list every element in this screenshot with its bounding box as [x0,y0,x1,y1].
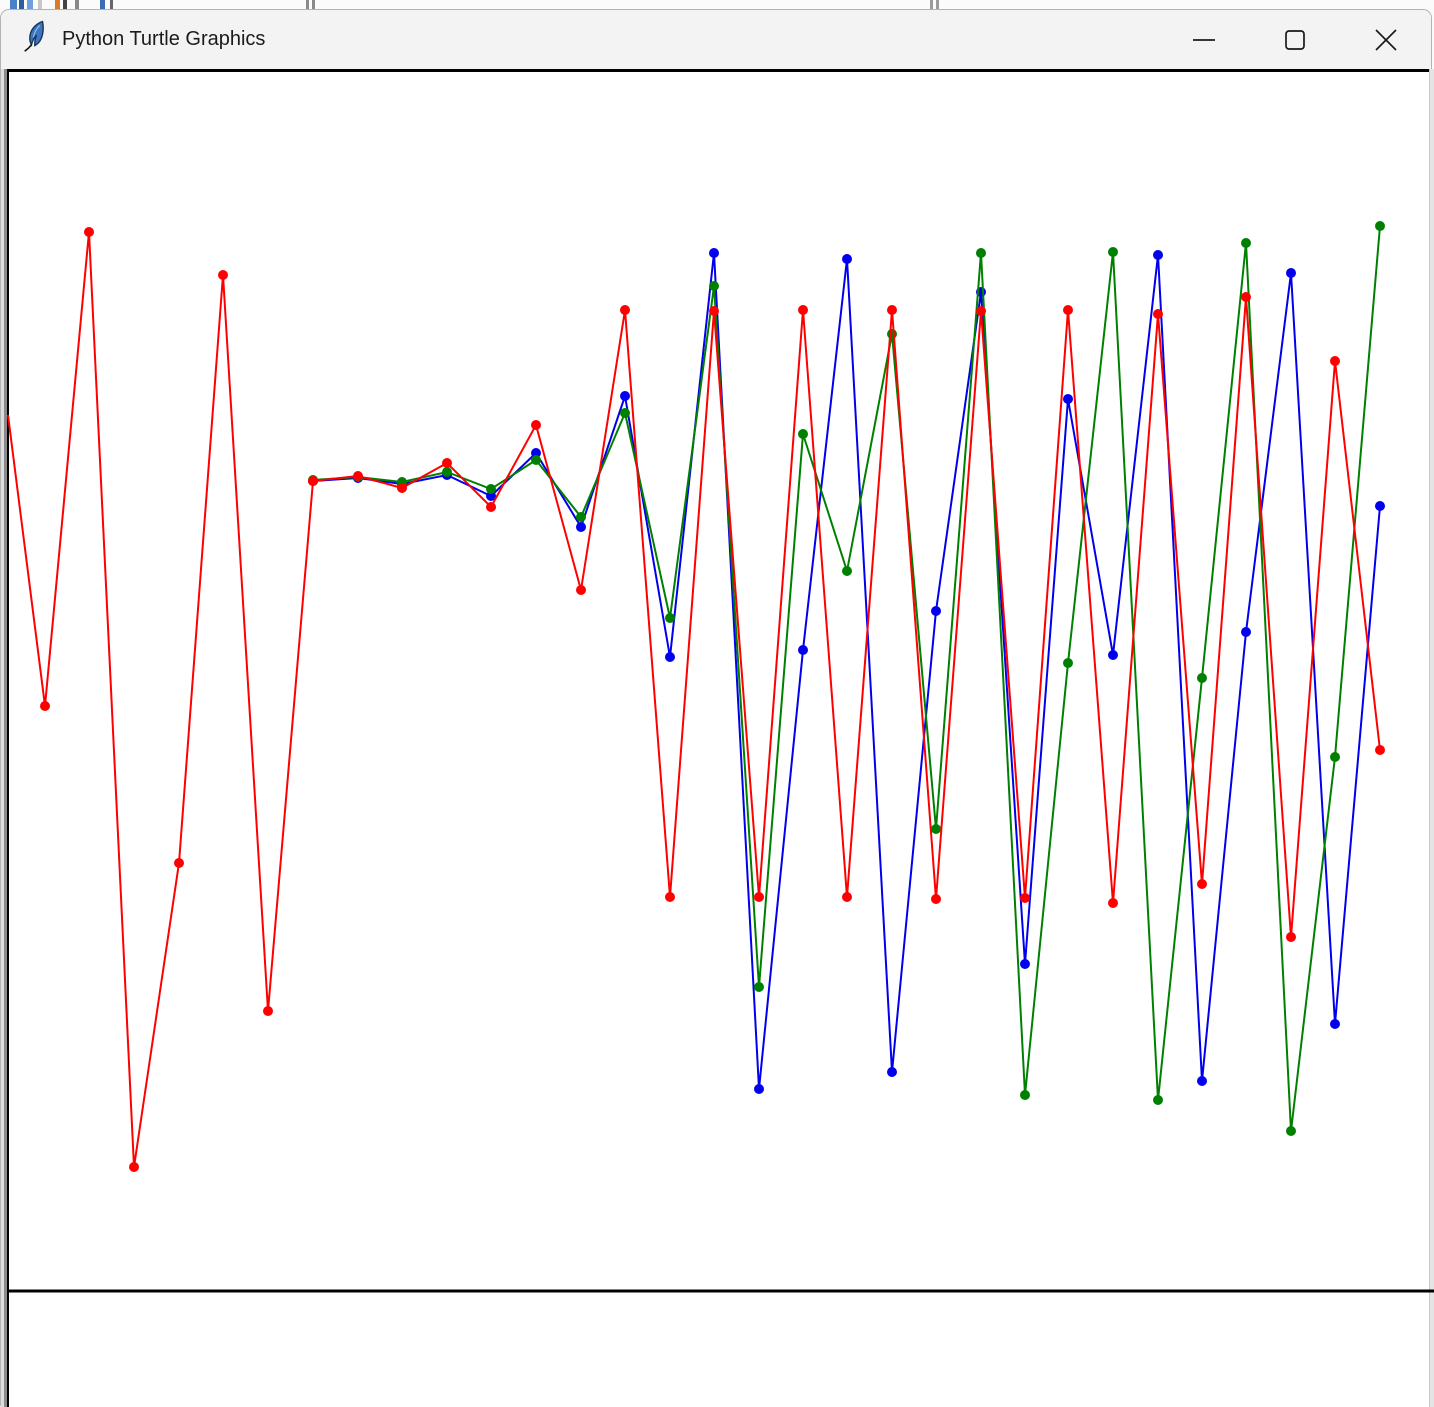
background-fragment [55,0,60,9]
background-fragment [75,0,79,9]
background-fragment [38,0,42,9]
minimize-button[interactable] [1158,10,1249,69]
maximize-icon [1284,29,1305,50]
turtle-window: Python Turtle Graphics [0,9,1434,1407]
minimize-icon [1192,38,1215,41]
background-fragment [110,0,113,9]
background-fragment [936,0,939,9]
background-fragment [100,0,105,9]
window-title: Python Turtle Graphics [62,28,266,50]
window-border-right [1429,69,1434,1407]
python-feather-icon [24,20,44,52]
close-icon [1374,28,1397,51]
close-button[interactable] [1340,10,1431,69]
background-window-sliver [0,0,1434,9]
maximize-button[interactable] [1249,10,1340,69]
canvas-border-top [4,69,1430,72]
background-fragment [312,0,315,9]
background-fragment [27,0,33,9]
titlebar[interactable]: Python Turtle Graphics [1,10,1431,69]
window-border-left [1,69,9,1407]
background-fragment [10,0,17,9]
turtle-canvas [1,69,1434,1407]
window-controls [1158,10,1431,69]
background-fragment [19,0,24,9]
background-fragment [306,0,309,9]
background-fragment [63,0,67,9]
background-fragment [930,0,933,9]
